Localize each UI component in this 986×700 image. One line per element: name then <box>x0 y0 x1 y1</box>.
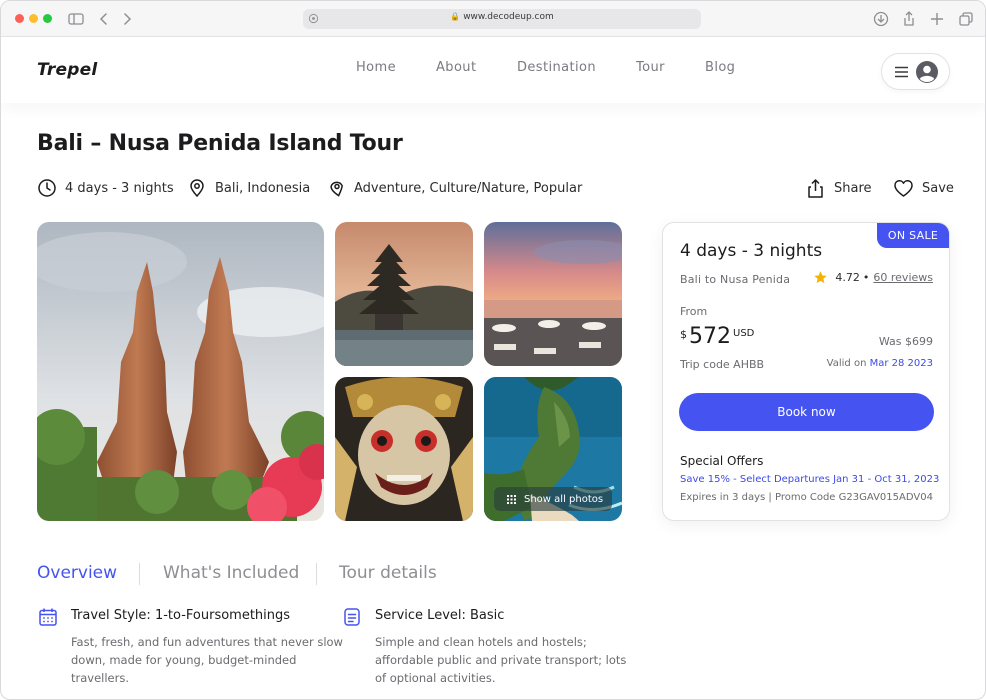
save-label: Save <box>922 180 954 196</box>
travel-style-description: Fast, fresh, and fun adventures that nev… <box>71 633 343 687</box>
from-label: From <box>680 305 708 318</box>
service-level-desc-line: affordable public and private transport;… <box>375 653 627 667</box>
tab-overview[interactable]: Overview <box>37 563 117 583</box>
hamburger-icon <box>895 66 908 78</box>
page-title: Bali – Nusa Penida Island Tour <box>37 131 403 156</box>
nav-about[interactable]: About <box>436 60 476 75</box>
price-amount: 572 <box>689 324 731 349</box>
price: $ 572 USD <box>680 324 754 349</box>
save-button[interactable]: Save <box>893 177 954 199</box>
rating: 4.72 • 60 reviews <box>813 270 933 285</box>
travel-style-desc-line: travellers. <box>71 671 130 685</box>
photo-beach-sunset[interactable] <box>484 222 622 366</box>
nav-destination[interactable]: Destination <box>517 60 596 75</box>
main-photo-temple-gate[interactable] <box>37 222 324 521</box>
forward-icon[interactable] <box>117 9 137 29</box>
site-logo[interactable]: Trepel <box>37 60 97 80</box>
valid-prefix: Valid on <box>826 358 867 369</box>
user-menu-button[interactable] <box>881 53 950 90</box>
tab-divider <box>316 563 317 585</box>
document-icon <box>344 608 360 626</box>
calendar-icon <box>39 608 57 626</box>
service-level-desc-line: of optional activities. <box>375 671 496 685</box>
travel-style-title: Travel Style: 1-to-Foursomethings <box>71 608 291 623</box>
star-icon <box>814 271 828 284</box>
offer-link[interactable]: Save 15% - Select Departures Jan 31 - Oc… <box>680 474 939 485</box>
currency-symbol: $ <box>680 328 687 341</box>
browser-toolbar: 🔒 www.decodeup.com <box>1 1 985 37</box>
browser-window: 🔒www.decodeup.com Trepel Home About Des <box>0 0 986 700</box>
photo-pagoda-temple[interactable] <box>335 222 473 366</box>
book-now-button[interactable]: Book now <box>679 393 934 431</box>
maximize-window-button[interactable] <box>43 14 52 23</box>
trip-code: Trip code AHBB <box>680 358 765 371</box>
show-all-photos-button[interactable]: Show all photos <box>494 487 612 511</box>
site-header: Trepel Home About Destination Tour Blog <box>1 37 985 103</box>
nav-blog[interactable]: Blog <box>705 60 735 75</box>
reviews-link[interactable]: 60 reviews <box>873 271 933 284</box>
service-level-desc-line: Simple and clean hotels and hostels; <box>375 635 587 649</box>
show-all-photos-label: Show all photos <box>524 493 604 505</box>
download-icon[interactable] <box>871 9 891 29</box>
tour-location: Bali, Indonesia <box>187 177 310 199</box>
share-label: Share <box>834 180 872 196</box>
minimize-window-button[interactable] <box>29 14 38 23</box>
booking-card: ON SALE 4 days - 3 nights Bali to Nusa P… <box>662 222 950 521</box>
lock-icon: 🔒 <box>450 12 461 21</box>
travel-style-desc-line: down, made for young, budget-minded <box>71 653 297 667</box>
tab-overview-icon[interactable] <box>956 9 976 29</box>
promo-code-text: Expires in 3 days | Promo Code G23GAV015… <box>680 492 933 503</box>
address-bar[interactable]: 🔒 www.decodeup.com <box>303 9 701 29</box>
new-tab-icon[interactable] <box>927 9 947 29</box>
photo-barong-mask[interactable] <box>335 377 473 521</box>
share-icon[interactable] <box>899 9 919 29</box>
tour-categories-label: Adventure, Culture/Nature, Popular <box>354 180 583 196</box>
sidebar-toggle-icon[interactable] <box>66 9 86 29</box>
tab-tour-details[interactable]: Tour details <box>339 563 437 583</box>
nav-tour[interactable]: Tour <box>636 60 665 75</box>
rating-separator: • <box>862 271 870 284</box>
avatar-icon <box>916 61 938 83</box>
heart-icon <box>894 179 913 197</box>
valid-date-value: Mar 28 2023 <box>869 358 933 369</box>
tour-categories: Adventure, Culture/Nature, Popular <box>326 177 582 199</box>
travel-style-desc-line: Fast, fresh, and fun adventures that nev… <box>71 635 343 649</box>
rating-value: 4.72 <box>835 271 860 284</box>
tour-duration: 4 days - 3 nights <box>37 177 174 199</box>
share-button[interactable]: Share <box>805 177 872 199</box>
special-offers-title: Special Offers <box>680 454 764 468</box>
tour-duration-label: 4 days - 3 nights <box>65 180 174 196</box>
tab-divider <box>139 563 140 585</box>
close-window-button[interactable] <box>15 14 24 23</box>
valid-date: Valid on Mar 28 2023 <box>827 358 933 369</box>
booking-route: Bali to Nusa Penida <box>680 273 791 286</box>
url-text: 🔒 www.decodeup.com <box>303 12 701 22</box>
tab-whats-included[interactable]: What's Included <box>163 563 299 583</box>
booking-duration: 4 days - 3 nights <box>680 241 823 261</box>
tour-location-label: Bali, Indonesia <box>215 180 311 196</box>
sale-badge: ON SALE <box>877 223 949 248</box>
map-marker-icon <box>330 181 343 197</box>
share-icon <box>808 178 823 198</box>
grid-icon <box>507 494 516 504</box>
clock-icon <box>38 179 56 197</box>
nav-home[interactable]: Home <box>356 60 396 75</box>
back-icon[interactable] <box>94 9 114 29</box>
url-value: www.decodeup.com <box>463 12 554 22</box>
was-price: Was $699 <box>878 335 933 348</box>
service-level-description: Simple and clean hotels and hostels; aff… <box>375 633 626 687</box>
service-level-title: Service Level: Basic <box>375 608 505 623</box>
currency-code: USD <box>733 328 755 339</box>
location-pin-icon <box>190 179 204 198</box>
